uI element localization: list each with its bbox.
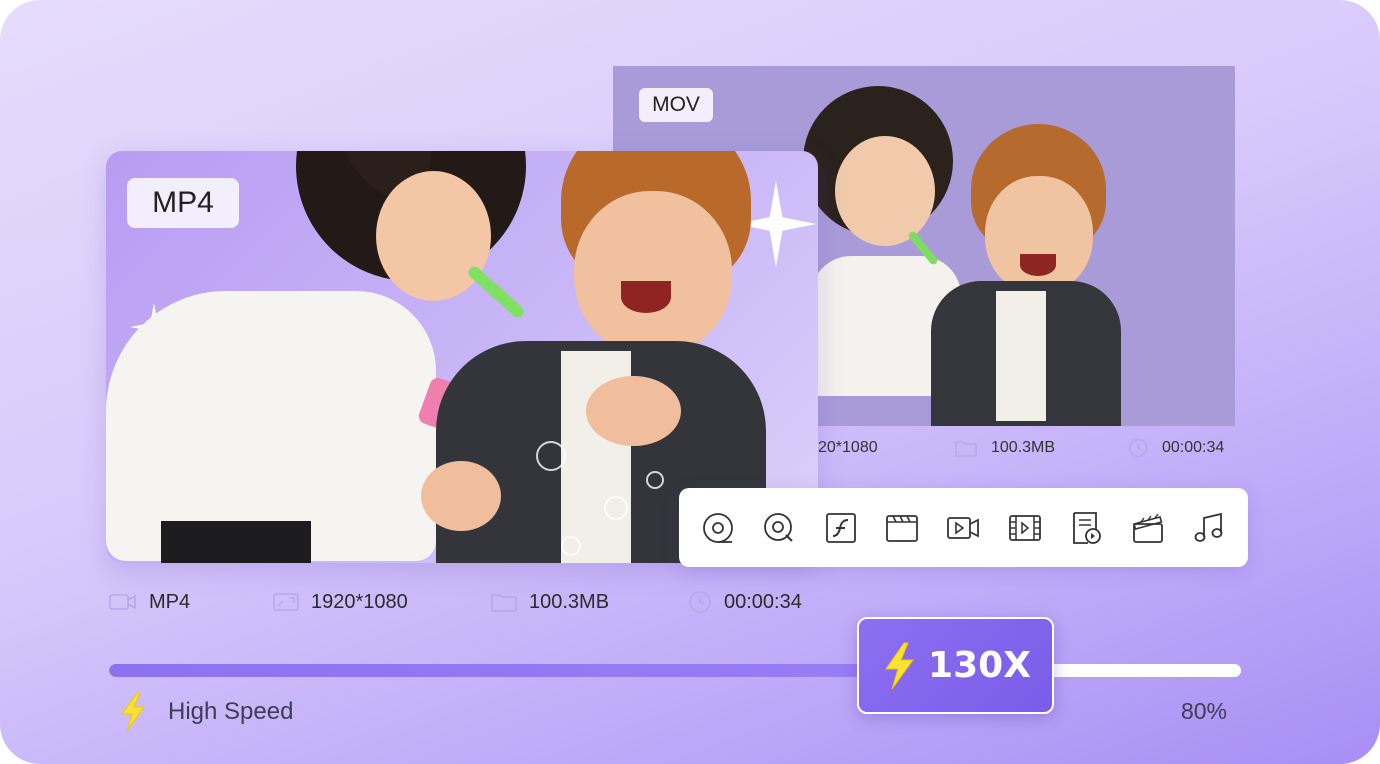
woman-shirt — [996, 291, 1046, 421]
lightning-icon — [121, 692, 145, 732]
progress-percent: 80% — [1180, 698, 1227, 724]
woman-hand — [586, 376, 681, 446]
source-resolution: 1920*1080 — [273, 588, 408, 616]
woman-mouth — [1020, 254, 1056, 276]
folder-icon — [491, 594, 517, 612]
clock-icon — [689, 591, 711, 613]
movie-clap-icon — [1132, 513, 1163, 543]
converter-stage: MOV 20*1080 100.3MB 00:00:34 MP4 MP4 192… — [0, 0, 1380, 764]
source-format-tag: MP4 — [127, 178, 239, 228]
source-size: 100.3MB — [491, 588, 609, 616]
flash-video-button[interactable] — [819, 506, 863, 550]
conversion-progress-bar — [109, 664, 1241, 677]
woman-face — [985, 176, 1093, 294]
output-format-tag: MOV — [639, 88, 713, 122]
speed-badge: 130X — [857, 617, 1054, 714]
dvd-disc-icon — [702, 512, 733, 543]
video-camera-icon — [947, 516, 980, 539]
child-legs — [161, 521, 311, 563]
bubble — [646, 471, 664, 489]
disc-search-icon — [764, 512, 793, 542]
bubble-wand — [465, 264, 527, 320]
flash-video-icon — [825, 512, 856, 543]
video-camera-icon — [109, 594, 136, 610]
woman-mouth — [621, 281, 671, 313]
source-duration: 00:00:34 — [688, 588, 802, 616]
dvd-disc-button[interactable] — [696, 506, 740, 550]
film-strip-icon — [1009, 514, 1041, 541]
woman-hand — [421, 461, 501, 531]
source-format: MP4 — [109, 588, 190, 616]
format-toolbar — [679, 488, 1248, 567]
clapperboard-icon — [886, 514, 918, 542]
music-note-icon — [1194, 512, 1223, 542]
output-resolution: 20*1080 — [818, 439, 878, 456]
movie-clap-button[interactable] — [1126, 506, 1170, 550]
playlist-file-button[interactable] — [1064, 506, 1108, 550]
lightning-icon — [885, 642, 915, 689]
child-face — [835, 136, 935, 246]
output-duration: 00:00:34 — [1128, 433, 1224, 463]
bubble — [561, 536, 581, 556]
playlist-file-icon — [1073, 511, 1102, 544]
video-camera-button[interactable] — [941, 506, 985, 550]
folder-icon — [955, 441, 977, 457]
clock-icon — [1128, 438, 1148, 458]
resolution-icon — [273, 593, 299, 611]
bubble — [604, 496, 628, 520]
output-size: 100.3MB — [955, 433, 1055, 463]
woman-face — [574, 191, 732, 356]
speed-mode: High Speed — [118, 692, 293, 732]
clapperboard-button[interactable] — [880, 506, 924, 550]
film-strip-button[interactable] — [1003, 506, 1047, 550]
disc-search-button[interactable] — [757, 506, 801, 550]
child-face — [376, 171, 491, 301]
music-note-button[interactable] — [1187, 506, 1231, 550]
bubble — [536, 441, 566, 471]
